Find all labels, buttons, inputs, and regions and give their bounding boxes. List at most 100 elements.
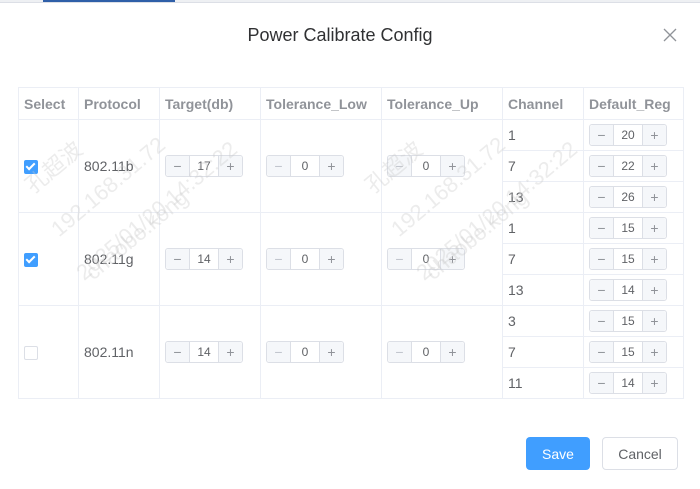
col-tolerance-up: Tolerance_Up bbox=[381, 87, 503, 120]
stepper-value[interactable]: 14 bbox=[190, 342, 218, 362]
row-checkbox[interactable] bbox=[24, 346, 38, 361]
plus-icon[interactable]: + bbox=[218, 342, 242, 362]
stepper-value[interactable]: 22 bbox=[614, 156, 642, 176]
minus-icon[interactable]: − bbox=[590, 373, 614, 393]
minus-icon[interactable]: − bbox=[590, 156, 614, 176]
default-reg-stepper[interactable]: −26 + bbox=[589, 186, 667, 208]
minus-icon[interactable]: − bbox=[590, 218, 614, 238]
stepper-value[interactable]: 14 bbox=[614, 373, 642, 393]
col-default-reg: Default_Reg bbox=[583, 87, 684, 120]
minus-icon[interactable]: − bbox=[590, 342, 614, 362]
plus-icon[interactable]: + bbox=[642, 249, 666, 269]
table-row: 802.11n −14 + −0 + −0 +3−15 + bbox=[18, 305, 684, 399]
default-reg-cell: −14 + bbox=[583, 367, 684, 399]
minus-icon[interactable]: − bbox=[590, 187, 614, 207]
plus-icon[interactable]: + bbox=[440, 156, 464, 176]
tolerance-up-stepper[interactable]: −0 + bbox=[387, 155, 465, 177]
channel-cell: 7 bbox=[502, 243, 584, 275]
target-stepper[interactable]: −17 + bbox=[165, 155, 243, 177]
col-protocol: Protocol bbox=[78, 87, 160, 120]
plus-icon[interactable]: + bbox=[642, 280, 666, 300]
plus-icon[interactable]: + bbox=[642, 187, 666, 207]
plus-icon[interactable]: + bbox=[642, 311, 666, 331]
channel-cell: 7 bbox=[502, 150, 584, 182]
default-reg-stepper[interactable]: −15 + bbox=[589, 341, 667, 363]
minus-icon[interactable]: − bbox=[590, 249, 614, 269]
minus-icon[interactable]: − bbox=[590, 125, 614, 145]
stepper-value[interactable]: 15 bbox=[614, 249, 642, 269]
minus-icon[interactable]: − bbox=[166, 249, 190, 269]
table-row: 802.11b −17 + −0 + −0 +1−20 + bbox=[18, 119, 684, 213]
plus-icon[interactable]: + bbox=[319, 249, 343, 269]
minus-icon[interactable]: − bbox=[388, 249, 412, 269]
stepper-value[interactable]: 0 bbox=[412, 342, 440, 362]
row-checkbox[interactable] bbox=[24, 253, 38, 268]
plus-icon[interactable]: + bbox=[218, 249, 242, 269]
tolerance-up-stepper[interactable]: −0 + bbox=[387, 341, 465, 363]
protocol-cell: 802.11g bbox=[78, 212, 160, 306]
plus-icon[interactable]: + bbox=[642, 342, 666, 362]
plus-icon[interactable]: + bbox=[440, 342, 464, 362]
stepper-value[interactable]: 14 bbox=[614, 280, 642, 300]
save-button[interactable]: Save bbox=[526, 437, 590, 470]
plus-icon[interactable]: + bbox=[642, 156, 666, 176]
minus-icon[interactable]: − bbox=[166, 156, 190, 176]
stepper-value[interactable]: 0 bbox=[412, 249, 440, 269]
cancel-button[interactable]: Cancel bbox=[602, 437, 678, 470]
plus-icon[interactable]: + bbox=[319, 342, 343, 362]
default-reg-stepper[interactable]: −15 + bbox=[589, 310, 667, 332]
default-reg-cell: −15 + bbox=[583, 212, 684, 244]
stepper-value[interactable]: 0 bbox=[412, 156, 440, 176]
minus-icon[interactable]: − bbox=[388, 342, 412, 362]
stepper-value[interactable]: 15 bbox=[614, 342, 642, 362]
tolerance-low-stepper[interactable]: −0 + bbox=[266, 248, 344, 270]
stepper-value[interactable]: 0 bbox=[291, 156, 319, 176]
tolerance-low-stepper[interactable]: −0 + bbox=[266, 155, 344, 177]
stepper-value[interactable]: 15 bbox=[614, 311, 642, 331]
channel-cell: 1 bbox=[502, 212, 584, 244]
tolerance-up-cell: −0 + bbox=[381, 119, 503, 213]
col-select: Select bbox=[18, 87, 79, 120]
default-reg-stepper[interactable]: −14 + bbox=[589, 279, 667, 301]
target-cell: −14 + bbox=[159, 305, 261, 399]
target-stepper[interactable]: −14 + bbox=[165, 341, 243, 363]
close-icon[interactable] bbox=[663, 28, 679, 44]
minus-icon[interactable]: − bbox=[267, 342, 291, 362]
power-calibrate-dialog: Power Calibrate Config Select Protocol T… bbox=[0, 2, 700, 489]
default-reg-stepper[interactable]: −22 + bbox=[589, 155, 667, 177]
plus-icon[interactable]: + bbox=[642, 125, 666, 145]
plus-icon[interactable]: + bbox=[440, 249, 464, 269]
minus-icon[interactable]: − bbox=[267, 249, 291, 269]
stepper-value[interactable]: 0 bbox=[291, 342, 319, 362]
minus-icon[interactable]: − bbox=[388, 156, 412, 176]
target-stepper[interactable]: −14 + bbox=[165, 248, 243, 270]
default-reg-stepper[interactable]: −15 + bbox=[589, 248, 667, 270]
tolerance-low-stepper[interactable]: −0 + bbox=[266, 341, 344, 363]
minus-icon[interactable]: − bbox=[590, 311, 614, 331]
stepper-value[interactable]: 15 bbox=[614, 218, 642, 238]
default-reg-stepper[interactable]: −15 + bbox=[589, 217, 667, 239]
tolerance-up-stepper[interactable]: −0 + bbox=[387, 248, 465, 270]
plus-icon[interactable]: + bbox=[218, 156, 242, 176]
calibrate-table: Select Protocol Target(db) Tolerance_Low… bbox=[18, 87, 684, 399]
stepper-value[interactable]: 14 bbox=[190, 249, 218, 269]
col-target: Target(db) bbox=[159, 87, 261, 120]
minus-icon[interactable]: − bbox=[166, 342, 190, 362]
default-reg-cell: −22 + bbox=[583, 150, 684, 182]
stepper-value[interactable]: 17 bbox=[190, 156, 218, 176]
plus-icon[interactable]: + bbox=[319, 156, 343, 176]
stepper-value[interactable]: 0 bbox=[291, 249, 319, 269]
plus-icon[interactable]: + bbox=[642, 373, 666, 393]
default-reg-stepper[interactable]: −14 + bbox=[589, 372, 667, 394]
select-cell bbox=[18, 305, 79, 399]
tolerance-low-cell: −0 + bbox=[260, 212, 382, 306]
minus-icon[interactable]: − bbox=[590, 280, 614, 300]
row-checkbox[interactable] bbox=[24, 160, 38, 175]
default-reg-cell: −15 + bbox=[583, 243, 684, 275]
default-reg-stepper[interactable]: −20 + bbox=[589, 124, 667, 146]
default-reg-cell: −20 + bbox=[583, 119, 684, 151]
stepper-value[interactable]: 20 bbox=[614, 125, 642, 145]
minus-icon[interactable]: − bbox=[267, 156, 291, 176]
stepper-value[interactable]: 26 bbox=[614, 187, 642, 207]
plus-icon[interactable]: + bbox=[642, 218, 666, 238]
